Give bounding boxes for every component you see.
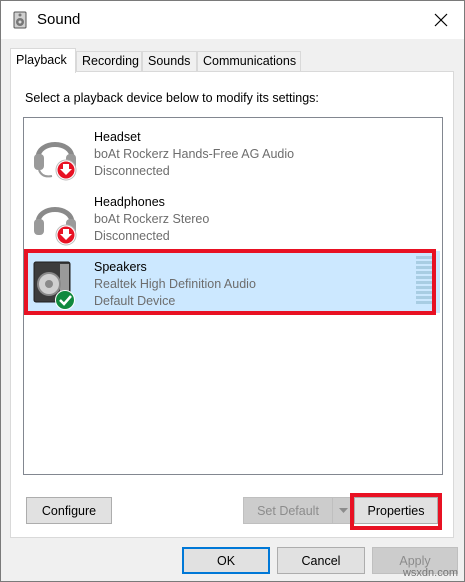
device-name: Headphones — [94, 195, 165, 209]
device-description: boAt Rockerz Hands-Free AG Audio — [94, 147, 295, 161]
tab-communications[interactable]: Communications — [197, 51, 301, 71]
volume-level-meter — [416, 256, 434, 304]
configure-button[interactable]: Configure — [26, 497, 112, 524]
device-list[interactable]: Headset boAt Rockerz Hands-Free AG Audio… — [23, 117, 443, 475]
set-default-button[interactable]: Set Default — [243, 497, 333, 524]
properties-button[interactable]: Properties — [354, 497, 438, 524]
device-status: Disconnected — [94, 229, 170, 243]
playback-panel: Select a playback device below to modify… — [10, 71, 454, 538]
device-name: Headset — [94, 130, 141, 144]
device-item-speakers[interactable]: Speakers Realtek High Definition Audio D… — [26, 251, 440, 313]
tab-recording[interactable]: Recording — [76, 51, 142, 71]
device-description: Realtek High Definition Audio — [94, 277, 256, 291]
device-item-headphones[interactable]: Headphones boAt Rockerz Stereo Disconnec… — [26, 186, 440, 248]
headset-icon — [34, 142, 77, 181]
window-title: Sound — [37, 11, 81, 28]
device-status: Default Device — [94, 294, 176, 308]
device-description: boAt Rockerz Stereo — [94, 212, 210, 226]
close-icon — [434, 13, 448, 27]
device-status: Disconnected — [94, 164, 170, 178]
device-name: Speakers — [94, 260, 147, 274]
watermark: wsxdn.com — [402, 567, 458, 579]
speaker-app-icon — [13, 11, 27, 29]
ok-button[interactable]: OK — [182, 547, 270, 574]
title-bar[interactable]: Sound — [1, 1, 464, 39]
close-button[interactable] — [418, 1, 464, 39]
tab-sounds[interactable]: Sounds — [142, 51, 197, 71]
tab-playback[interactable]: Playback — [10, 48, 76, 73]
instruction-text: Select a playback device below to modify… — [25, 91, 319, 105]
set-default-dropdown[interactable] — [332, 497, 354, 524]
sound-dialog: Sound Playback Recording Sounds Communic… — [0, 0, 465, 582]
cancel-button[interactable]: Cancel — [277, 547, 365, 574]
chevron-down-icon — [338, 508, 348, 513]
headphones-icon — [34, 207, 77, 246]
speakers-icon — [33, 261, 75, 310]
default-check-icon — [56, 291, 74, 309]
device-item-headset[interactable]: Headset boAt Rockerz Hands-Free AG Audio… — [26, 121, 440, 183]
